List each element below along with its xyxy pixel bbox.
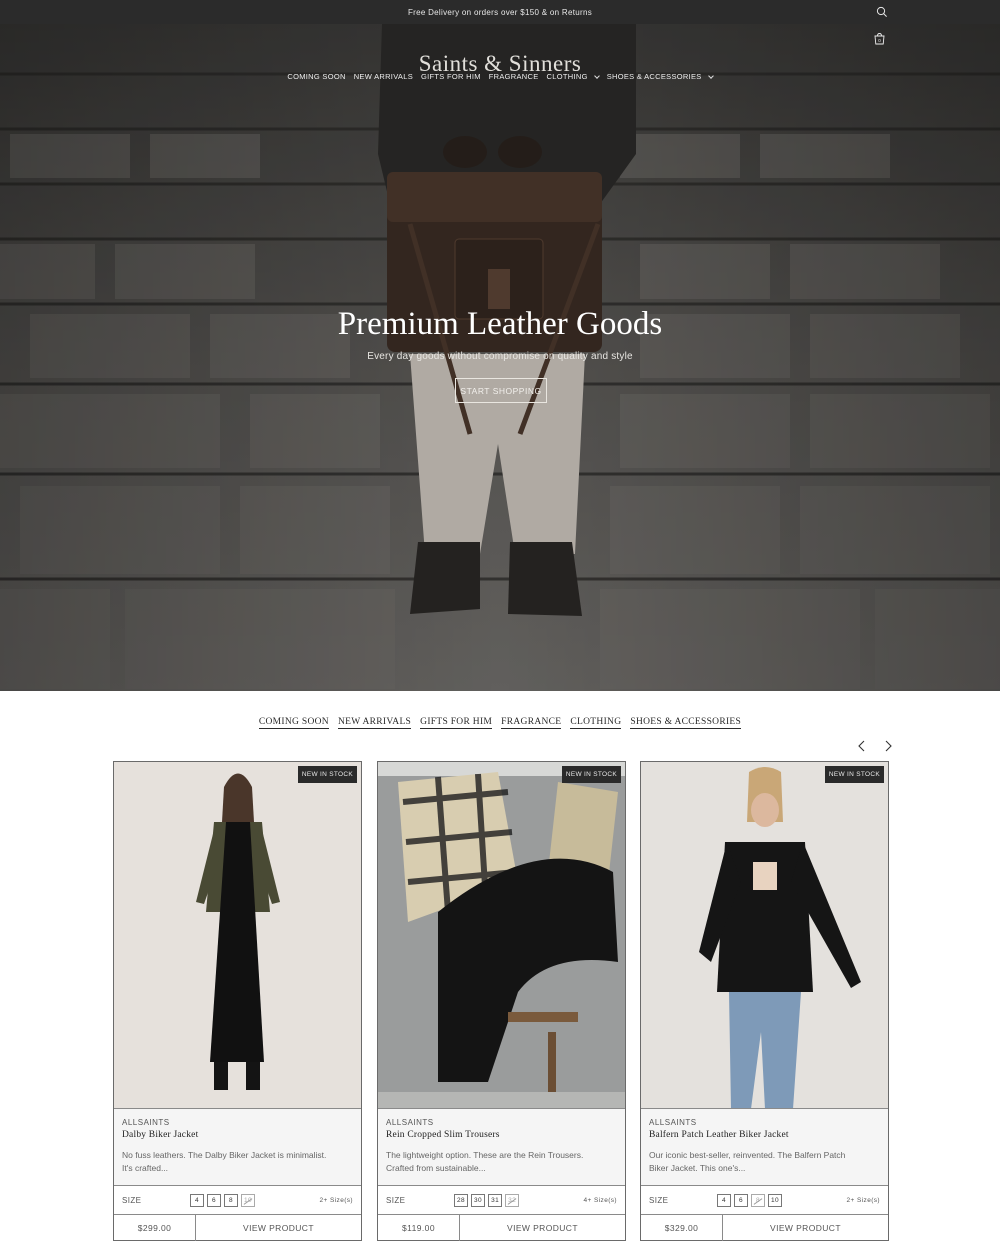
tab-shoes-accessories[interactable]: SHOES & ACCESSORIES — [630, 717, 742, 729]
size-label: SIZE — [122, 1195, 142, 1205]
product-price: $299.00 — [114, 1215, 196, 1241]
product-card[interactable]: NEW IN STOCK ALLSAINTS Dalby Biker Jacke… — [113, 761, 362, 1241]
product-price: $329.00 — [641, 1215, 723, 1241]
cart-icon[interactable]: 0 — [873, 32, 886, 45]
nav-label: CLOTHING — [546, 72, 588, 81]
category-tabs: COMING SOON NEW ARRIVALS GIFTS FOR HIM F… — [0, 717, 1000, 729]
view-product-button[interactable]: VIEW PRODUCT — [723, 1215, 888, 1241]
tab-gifts-for-him[interactable]: GIFTS FOR HIM — [420, 717, 493, 729]
product-card[interactable]: NEW IN STOCK ALLSAINTS Balfern Patch Lea… — [640, 761, 889, 1241]
tab-clothing[interactable]: CLOTHING — [570, 717, 622, 729]
product-image[interactable]: NEW IN STOCK — [641, 762, 888, 1109]
nav-item-clothing[interactable]: CLOTHING — [546, 72, 600, 81]
more-sizes[interactable]: 4+ Size(s) — [584, 1197, 617, 1204]
product-footer: $329.00 VIEW PRODUCT — [641, 1214, 888, 1241]
more-sizes[interactable]: 2+ Size(s) — [320, 1197, 353, 1204]
product-description: The lightweight option. These are the Re… — [386, 1149, 617, 1175]
product-price: $119.00 — [378, 1215, 460, 1241]
hero-subtitle: Every day goods without compromise on qu… — [367, 351, 633, 362]
size-option-unavailable: 10 — [241, 1193, 256, 1207]
size-option-unavailable: 8 — [751, 1193, 765, 1207]
nav-label: GIFTS FOR HIM — [421, 72, 481, 81]
hero-title: Premium Leather Goods — [337, 306, 663, 342]
product-name[interactable]: Dalby Biker Jacket — [122, 1130, 353, 1140]
description-line: Our iconic best-seller, reinvented. The … — [649, 1150, 846, 1160]
description-line: The lightweight option. These are the Re… — [386, 1150, 584, 1160]
announcement-bar: Free Delivery on orders over $150 & on R… — [0, 0, 1000, 24]
size-option[interactable]: 8 — [224, 1193, 238, 1207]
size-option[interactable]: 4 — [190, 1193, 204, 1207]
size-option[interactable]: 4 — [717, 1193, 731, 1207]
size-selector: SIZE 4 6 8 10 2+ Size(s) — [641, 1185, 888, 1214]
nav-item-gifts-for-him[interactable]: GIFTS FOR HIM — [421, 72, 481, 81]
new-in-stock-badge: NEW IN STOCK — [297, 766, 357, 783]
new-in-stock-badge: NEW IN STOCK — [561, 766, 621, 783]
product-footer: $119.00 VIEW PRODUCT — [378, 1214, 625, 1241]
chevron-left-icon[interactable] — [855, 739, 869, 753]
carousel-controls — [855, 739, 895, 753]
product-description: Our iconic best-seller, reinvented. The … — [649, 1149, 880, 1175]
nav-item-coming-soon[interactable]: COMING SOON — [287, 72, 345, 81]
nav-item-fragrance[interactable]: FRAGRANCE — [489, 72, 539, 81]
nav-label: NEW ARRIVALS — [353, 72, 414, 81]
description-line: No fuss leathers. The Dalby Biker Jacket… — [122, 1150, 327, 1160]
product-info: ALLSAINTS Balfern Patch Leather Biker Ja… — [641, 1109, 888, 1185]
nav-label: COMING SOON — [287, 72, 346, 81]
search-icon[interactable] — [876, 6, 888, 18]
size-option[interactable]: 30 — [471, 1193, 486, 1207]
start-shopping-button[interactable]: START SHOPPING — [455, 378, 547, 403]
product-image[interactable]: NEW IN STOCK — [114, 762, 361, 1109]
product-brand: ALLSAINTS — [386, 1118, 434, 1127]
view-product-button[interactable]: VIEW PRODUCT — [460, 1215, 625, 1241]
nav-item-shoes-accessories[interactable]: SHOES & ACCESSORIES — [606, 72, 714, 81]
cart-count: 0 — [878, 38, 881, 43]
product-name[interactable]: Rein Cropped Slim Trousers — [386, 1130, 617, 1140]
announcement-text: Free Delivery on orders over $150 & on R… — [407, 7, 593, 17]
description-line: Crafted from sustainable... — [386, 1163, 486, 1173]
tab-new-arrivals[interactable]: NEW ARRIVALS — [337, 717, 412, 729]
chevron-right-icon[interactable] — [881, 739, 895, 753]
product-card[interactable]: NEW IN STOCK ALLSAINTS Rein Cropped Slim… — [377, 761, 626, 1241]
product-footer: $299.00 VIEW PRODUCT — [114, 1214, 361, 1241]
tab-fragrance[interactable]: FRAGRANCE — [501, 717, 562, 729]
chevron-down-icon — [593, 72, 600, 79]
product-brand: ALLSAINTS — [122, 1118, 170, 1127]
size-label: SIZE — [649, 1195, 669, 1205]
hero-banner: Saints & Sinners 0 COMING SOON NEW ARRIV… — [0, 24, 1000, 691]
tab-coming-soon[interactable]: COMING SOON — [258, 717, 329, 729]
nav-label: FRAGRANCE — [488, 72, 539, 81]
size-option[interactable]: 6 — [207, 1193, 221, 1207]
product-description: No fuss leathers. The Dalby Biker Jacket… — [122, 1149, 353, 1175]
description-line: Biker Jacket. This one's... — [649, 1163, 746, 1173]
size-selector: SIZE 4 6 8 10 2+ Size(s) — [114, 1185, 361, 1214]
nav-item-new-arrivals[interactable]: NEW ARRIVALS — [354, 72, 413, 81]
product-info: ALLSAINTS Rein Cropped Slim Trousers The… — [378, 1109, 625, 1185]
chevron-down-icon — [707, 72, 714, 79]
description-line: It's crafted... — [122, 1163, 169, 1173]
size-option[interactable]: 10 — [768, 1193, 783, 1207]
size-option-unavailable: 32 — [505, 1193, 520, 1207]
main-nav: COMING SOON NEW ARRIVALS GIFTS FOR HIM F… — [0, 72, 1000, 81]
view-product-button[interactable]: VIEW PRODUCT — [196, 1215, 361, 1241]
size-option[interactable]: 28 — [454, 1193, 469, 1207]
product-brand: ALLSAINTS — [649, 1118, 697, 1127]
size-selector: SIZE 28 30 31 32 4+ Size(s) — [378, 1185, 625, 1214]
more-sizes[interactable]: 2+ Size(s) — [847, 1197, 880, 1204]
size-option[interactable]: 6 — [734, 1193, 748, 1207]
nav-label: SHOES & ACCESSORIES — [606, 72, 702, 81]
product-name[interactable]: Balfern Patch Leather Biker Jacket — [649, 1130, 880, 1140]
product-info: ALLSAINTS Dalby Biker Jacket No fuss lea… — [114, 1109, 361, 1185]
product-image[interactable]: NEW IN STOCK — [378, 762, 625, 1109]
size-label: SIZE — [386, 1195, 406, 1205]
new-in-stock-badge: NEW IN STOCK — [824, 766, 884, 783]
size-option[interactable]: 31 — [488, 1193, 503, 1207]
